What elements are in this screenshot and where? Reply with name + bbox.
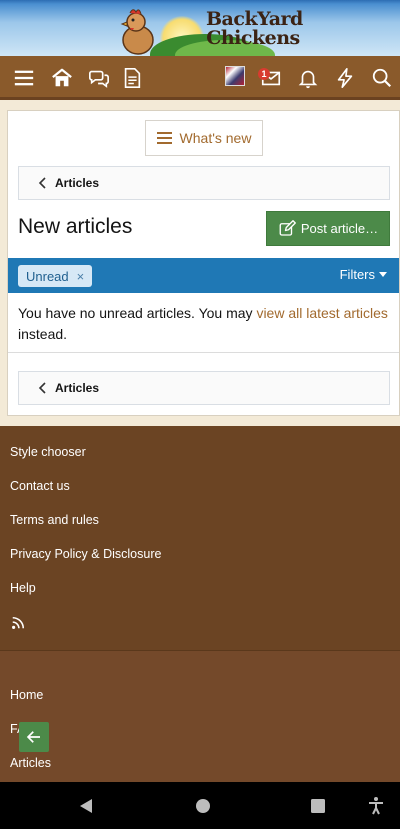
system-home-icon[interactable] <box>192 795 214 817</box>
arrow-left-icon <box>26 731 40 743</box>
inbox-badge: 1 <box>258 68 270 80</box>
message-text-end: instead. <box>18 326 68 342</box>
chevron-left-icon <box>38 177 46 189</box>
filter-bar: Unread × Filters <box>8 258 399 293</box>
chicken-logo-icon <box>120 9 154 55</box>
page-title: New articles <box>18 215 133 238</box>
whats-new-button[interactable]: What's new <box>145 120 263 156</box>
breadcrumb-label: Articles <box>55 176 100 190</box>
document-icon[interactable] <box>119 65 145 91</box>
main-content: What's new Articles New articles Post ar… <box>7 110 400 416</box>
filter-chip-label: Unread <box>26 268 69 284</box>
footer-link-home[interactable]: Home <box>10 688 43 702</box>
divider <box>8 352 399 353</box>
footer-link-privacy[interactable]: Privacy Policy & Disclosure <box>10 547 161 561</box>
chat-bubbles-icon[interactable] <box>86 65 112 91</box>
footer-link-help[interactable]: Help <box>10 581 36 595</box>
whats-new-label: What's new <box>179 130 252 146</box>
footer: Style chooser Contact us Terms and rules… <box>0 426 400 782</box>
system-nav-bar <box>0 782 400 829</box>
menu-icon[interactable] <box>11 65 37 91</box>
remove-filter-icon[interactable]: × <box>77 269 85 284</box>
chevron-left-icon <box>38 382 46 394</box>
footer-lower: Home FAQ's Articles <box>0 650 400 782</box>
breadcrumb[interactable]: Articles <box>18 166 390 200</box>
accessibility-icon[interactable] <box>365 795 387 817</box>
site-logo[interactable]: BackYard Chickens <box>206 10 303 49</box>
logo-line-2: Chickens <box>206 27 300 49</box>
breadcrumb-label: Articles <box>55 381 100 395</box>
empty-message: You have no unread articles. You may vie… <box>18 303 390 345</box>
post-article-label: Post article… <box>300 221 379 236</box>
rss-icon[interactable] <box>11 616 25 630</box>
view-all-articles-link[interactable]: view all latest articles <box>256 305 388 321</box>
footer-link-contact-us[interactable]: Contact us <box>10 479 70 493</box>
home-icon[interactable] <box>49 65 75 91</box>
menu-lines-icon <box>156 132 172 144</box>
breadcrumb-bottom[interactable]: Articles <box>18 371 390 405</box>
footer-link-articles[interactable]: Articles <box>10 756 51 770</box>
post-article-button[interactable]: Post article… <box>266 211 390 246</box>
system-recents-icon[interactable] <box>307 795 329 817</box>
avatar[interactable] <box>225 66 245 86</box>
bolt-icon[interactable] <box>332 65 358 91</box>
filters-label: Filters <box>339 267 375 282</box>
message-text-start: You have no unread articles. You may <box>18 305 257 321</box>
system-back-icon[interactable] <box>75 795 97 817</box>
site-banner[interactable]: BackYard Chickens <box>0 0 400 56</box>
filters-dropdown[interactable]: Filters <box>340 267 387 282</box>
footer-link-style-chooser[interactable]: Style chooser <box>10 445 86 459</box>
search-icon[interactable] <box>369 65 395 91</box>
footer-link-terms[interactable]: Terms and rules <box>10 513 99 527</box>
caret-down-icon <box>379 272 387 277</box>
filter-chip-unread[interactable]: Unread × <box>18 265 93 287</box>
back-button[interactable] <box>19 722 49 752</box>
edit-icon <box>279 219 296 236</box>
bell-icon[interactable] <box>295 65 321 91</box>
